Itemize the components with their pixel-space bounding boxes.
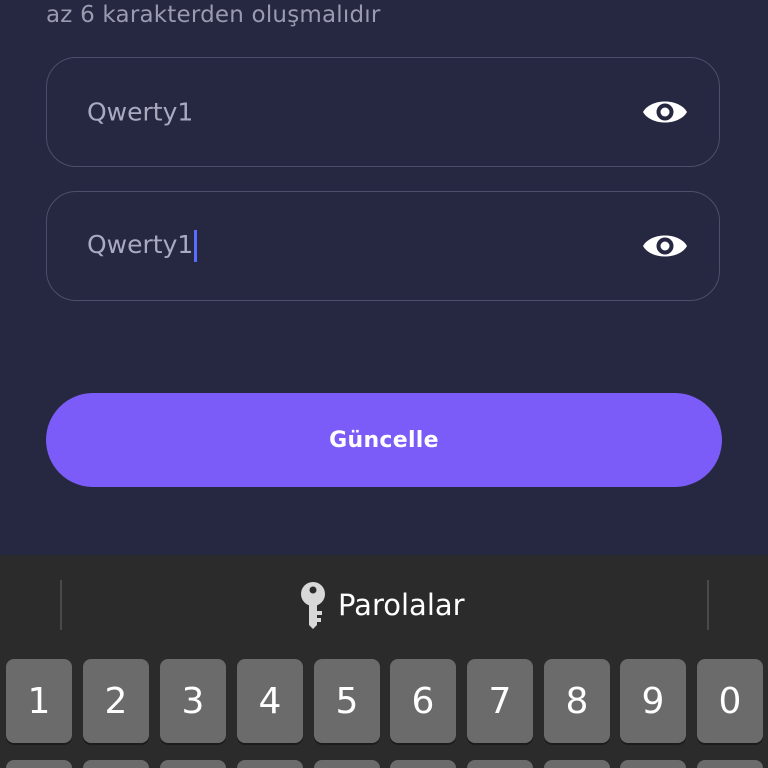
key-row2-partial[interactable] <box>237 760 303 768</box>
confirm-password-field[interactable]: Qwerty1 <box>46 191 720 301</box>
key-1[interactable]: 1 <box>6 659 72 743</box>
key-7[interactable]: 7 <box>467 659 533 743</box>
confirm-password-value: Qwerty1 <box>87 230 194 259</box>
suggestion-divider <box>60 580 62 630</box>
suggestion-bar: Parolalar <box>0 555 768 655</box>
key-9[interactable]: 9 <box>620 659 686 743</box>
keyboard: Parolalar 1 2 3 4 5 6 7 8 9 0 <box>0 555 768 768</box>
key-2[interactable]: 2 <box>83 659 149 743</box>
update-button[interactable]: Güncelle <box>46 393 722 487</box>
passwords-suggestion[interactable]: Parolalar <box>298 577 465 633</box>
passwords-suggestion-label: Parolalar <box>338 588 465 622</box>
key-row2-partial[interactable] <box>544 760 610 768</box>
key-6[interactable]: 6 <box>390 659 456 743</box>
confirm-password-value-wrap: Qwerty1 <box>87 230 198 262</box>
text-caret <box>194 230 198 262</box>
key-row2-partial[interactable] <box>314 760 380 768</box>
key-0[interactable]: 0 <box>697 659 763 743</box>
key-row2-partial[interactable] <box>620 760 686 768</box>
key-8[interactable]: 8 <box>544 659 610 743</box>
key-row2-partial[interactable] <box>6 760 72 768</box>
key-row2-partial[interactable] <box>697 760 763 768</box>
eye-icon[interactable] <box>641 95 689 129</box>
key-row2-partial[interactable] <box>160 760 226 768</box>
new-password-value: Qwerty1 <box>87 97 194 127</box>
eye-icon[interactable] <box>641 229 689 263</box>
password-hint: az 6 karakterden oluşmalıdır <box>46 2 381 28</box>
password-update-screen: az 6 karakterden oluşmalıdır Qwerty1 Qwe… <box>0 0 768 768</box>
key-5[interactable]: 5 <box>314 659 380 743</box>
key-icon <box>301 582 325 629</box>
suggestion-divider <box>707 580 709 630</box>
key-row2-partial[interactable] <box>83 760 149 768</box>
new-password-field[interactable]: Qwerty1 <box>46 57 720 167</box>
key-row2-partial[interactable] <box>390 760 456 768</box>
key-4[interactable]: 4 <box>237 659 303 743</box>
key-row2-partial[interactable] <box>467 760 533 768</box>
key-3[interactable]: 3 <box>160 659 226 743</box>
